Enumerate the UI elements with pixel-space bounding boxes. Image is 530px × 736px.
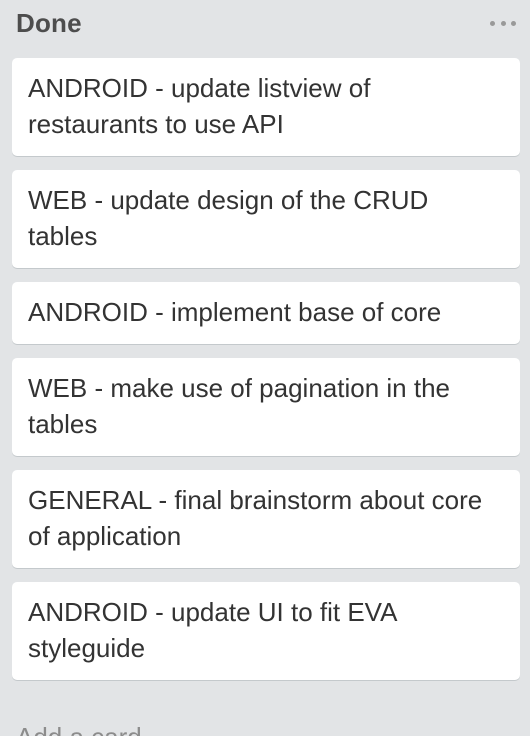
card-title: ANDROID - update listview of restaurants… <box>28 73 371 139</box>
list-title[interactable]: Done <box>16 8 82 39</box>
card-title: ANDROID - update UI to fit EVA styleguid… <box>28 597 396 663</box>
menu-dot <box>500 20 506 26</box>
card-title: GENERAL - final brainstorm about core of… <box>28 485 483 551</box>
menu-dot <box>490 20 495 26</box>
card[interactable]: ANDROID - update UI to fit EVA styleguid… <box>12 582 520 680</box>
add-card-button[interactable]: Add a card <box>16 722 142 736</box>
card-title: WEB - make use of pagination in the tabl… <box>28 373 451 439</box>
card[interactable]: WEB - update design of the CRUD tables <box>12 170 520 268</box>
card-list: ANDROID - update listview of restaurants… <box>12 58 520 694</box>
card[interactable]: WEB - make use of pagination in the tabl… <box>12 358 520 456</box>
ellipsis-icon[interactable] <box>490 10 516 36</box>
card-title: WEB - update design of the CRUD tables <box>28 185 429 251</box>
card-title: ANDROID - implement base of core <box>28 297 442 327</box>
list-done: Done ANDROID - update listview of restau… <box>0 0 530 736</box>
card[interactable]: ANDROID - update listview of restaurants… <box>12 58 520 156</box>
menu-dot <box>511 20 516 26</box>
card[interactable]: ANDROID - implement base of core <box>12 282 520 344</box>
card[interactable]: GENERAL - final brainstorm about core of… <box>12 470 520 568</box>
list-header: Done <box>0 0 530 48</box>
